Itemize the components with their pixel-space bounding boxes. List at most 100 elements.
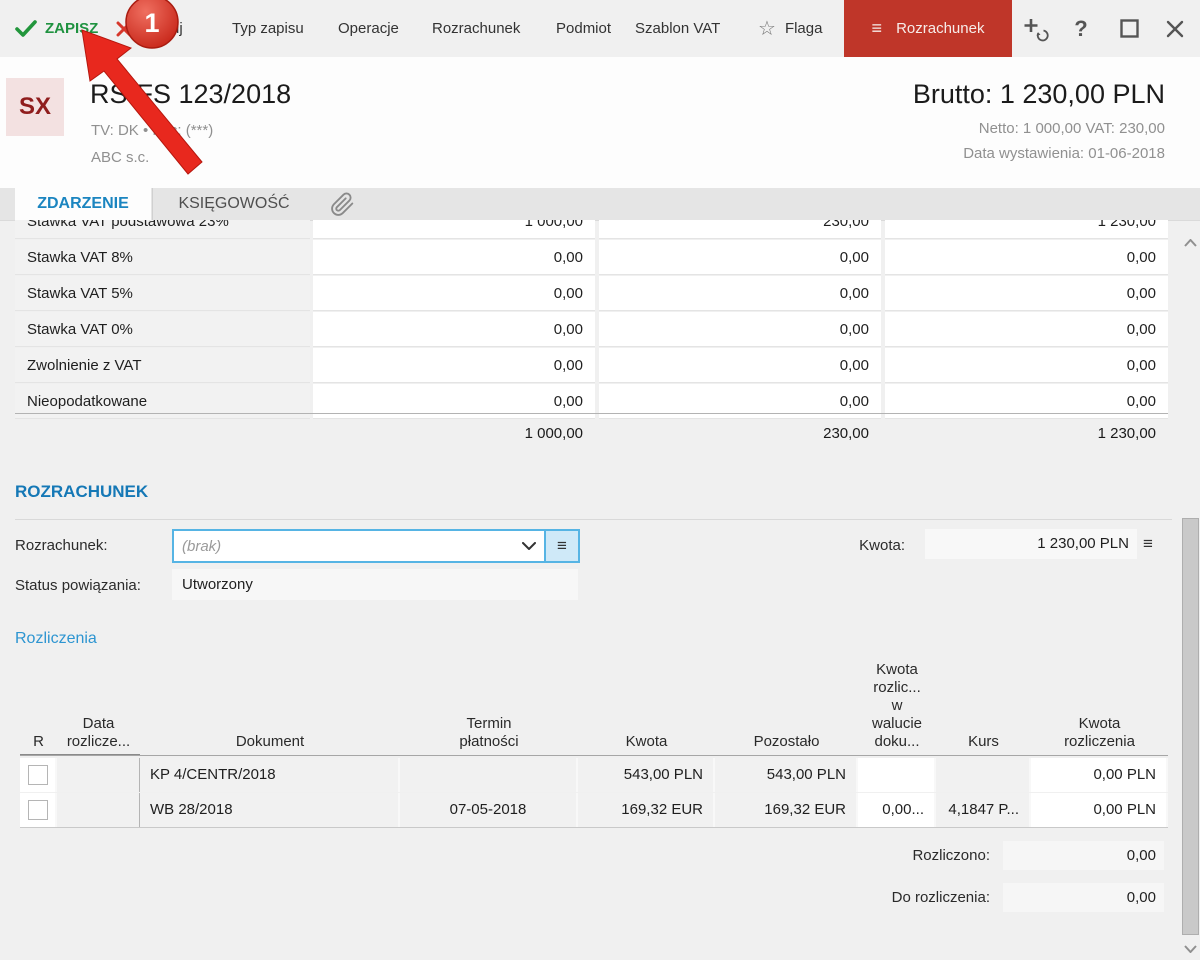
help-button[interactable]: ? bbox=[1066, 0, 1096, 57]
do-rozliczenia-label: Do rozliczenia: bbox=[891, 889, 990, 906]
document-company: ABC s.c. bbox=[91, 149, 150, 166]
menu-podmiot[interactable]: Podmiot bbox=[556, 0, 611, 57]
vat-total-brutto: 1 230,00 bbox=[1097, 425, 1156, 442]
row-checkbox-cell bbox=[20, 758, 57, 792]
vat-netto-cell[interactable]: 0,00 bbox=[313, 348, 595, 383]
column-header-kurs[interactable]: Kurs bbox=[936, 733, 1031, 755]
section-heading-rozrachunek: ROZRACHUNEK bbox=[15, 482, 149, 501]
vat-netto-cell[interactable]: 0,00 bbox=[313, 276, 595, 311]
menu-typ-zapisu[interactable]: Typ zapisu bbox=[232, 0, 304, 57]
cell-kurs: 4,1847 P... bbox=[936, 793, 1031, 827]
star-icon: ☆ bbox=[758, 18, 776, 40]
attachment-paperclip-icon[interactable] bbox=[330, 192, 355, 222]
cell-kwota-waluta[interactable]: 0,00... bbox=[858, 793, 936, 827]
new-window-button[interactable] bbox=[1018, 0, 1054, 57]
save-button[interactable]: ZAPISZ bbox=[15, 0, 98, 57]
brutto-amount: Brutto: 1 230,00 PLN bbox=[912, 79, 1165, 109]
vat-brutto-cell[interactable]: 0,00 bbox=[885, 276, 1168, 311]
cell-kwota: 543,00 PLN bbox=[578, 758, 715, 792]
scrollbar-up-arrow[interactable] bbox=[1182, 234, 1199, 252]
vat-vat-cell[interactable]: 0,00 bbox=[599, 276, 881, 311]
check-icon bbox=[15, 19, 37, 39]
column-header-pozostalo[interactable]: Pozostało bbox=[715, 733, 858, 755]
vat-netto-cell[interactable]: 1 000,00 bbox=[313, 220, 595, 239]
scrollbar-thumb[interactable] bbox=[1182, 518, 1199, 935]
column-header-r[interactable]: R bbox=[20, 733, 57, 755]
header-border bbox=[20, 755, 1168, 756]
vat-vat-cell[interactable]: 0,00 bbox=[599, 240, 881, 275]
vat-brutto-cell[interactable]: 0,00 bbox=[885, 312, 1168, 347]
maximize-button[interactable] bbox=[1112, 0, 1146, 57]
flag-label: Flaga bbox=[784, 20, 823, 37]
scrollbar-down-arrow[interactable] bbox=[1182, 940, 1199, 958]
section-divider bbox=[15, 519, 1172, 520]
row-checkbox[interactable] bbox=[27, 765, 48, 785]
document-title: RS-FS 123/2018 bbox=[90, 79, 292, 109]
column-header-dokument[interactable]: Dokument bbox=[140, 733, 400, 755]
vat-total-vat: 230,00 bbox=[823, 425, 869, 442]
settlement-row[interactable]: KP 4/CENTR/2018 543,00 PLN 543,00 PLN 0,… bbox=[20, 758, 1168, 792]
column-header-data-rozliczenia[interactable]: Data rozlicze... bbox=[57, 715, 140, 755]
cell-kwota-waluta[interactable] bbox=[858, 758, 936, 792]
rozrachunek-button-label: Rozrachunek bbox=[896, 20, 985, 37]
vat-row: Stawka VAT 5% 0,00 0,00 0,00 bbox=[0, 276, 1200, 312]
cell-pozostalo: 543,00 PLN bbox=[715, 758, 858, 792]
rozliczono-label: Rozliczono: bbox=[912, 847, 990, 864]
status-field-label: Status powiązania: bbox=[15, 577, 141, 594]
cell-data-rozliczenia bbox=[57, 793, 140, 827]
vat-brutto-cell[interactable]: 1 230,00 bbox=[885, 220, 1168, 239]
kwota-field-label: Kwota: bbox=[859, 537, 905, 554]
rozrachunek-primary-button[interactable]: ≡ Rozrachunek bbox=[844, 0, 1012, 57]
column-header-kwota-rozliczenia[interactable]: Kwota rozliczenia bbox=[1031, 715, 1168, 755]
menu-operacje[interactable]: Operacje bbox=[338, 0, 399, 57]
kwota-field[interactable]: 1 230,00 PLN bbox=[925, 529, 1137, 559]
column-header-kwota-waluta[interactable]: Kwota rozlic... w walucie doku... bbox=[858, 661, 936, 755]
vat-netto-cell[interactable]: 0,00 bbox=[313, 312, 595, 347]
document-header: SX RS-FS 123/2018 TV: DK • M-c: (***) AB… bbox=[0, 57, 1200, 188]
vat-netto-cell[interactable]: 0,00 bbox=[313, 240, 595, 275]
hamburger-icon: ≡ bbox=[557, 536, 567, 555]
vat-row-label: Stawka VAT 8% bbox=[15, 240, 310, 275]
cell-data-rozliczenia bbox=[57, 758, 140, 792]
menu-szablon-vat[interactable]: Szablon VAT bbox=[635, 0, 720, 57]
vat-vat-cell[interactable]: 0,00 bbox=[599, 348, 881, 383]
menu-rozrachunek[interactable]: Rozrachunek bbox=[432, 0, 520, 57]
app-window: ZAPISZ Anuluj Typ zapisu Operacje Rozrac… bbox=[0, 0, 1200, 960]
column-header-termin-platnosci[interactable]: Termin płatności bbox=[400, 715, 578, 755]
document-type-badge: SX bbox=[6, 78, 64, 136]
cancel-label: Anuluj bbox=[141, 20, 183, 37]
row-checkbox-cell bbox=[20, 793, 57, 827]
vat-vat-cell[interactable]: 230,00 bbox=[599, 220, 881, 239]
chevron-down-icon[interactable] bbox=[514, 541, 544, 551]
cell-kwota-rozliczenia[interactable]: 0,00 PLN bbox=[1031, 758, 1168, 792]
vat-brutto-cell[interactable]: 0,00 bbox=[885, 240, 1168, 275]
close-button[interactable] bbox=[1158, 0, 1192, 57]
tab-ksiegowosc[interactable]: KSIĘGOWOŚĆ bbox=[152, 188, 315, 220]
vat-vat-cell[interactable]: 0,00 bbox=[599, 312, 881, 347]
cancel-x-icon bbox=[116, 21, 132, 37]
status-field: Utworzony bbox=[172, 569, 578, 600]
cell-kwota-rozliczenia[interactable]: 0,00 PLN bbox=[1031, 793, 1168, 827]
do-rozliczenia-field: 0,00 bbox=[1003, 883, 1164, 912]
kwota-menu-button[interactable]: ≡ bbox=[1143, 534, 1153, 554]
column-header-kwota[interactable]: Kwota bbox=[578, 733, 715, 755]
vat-brutto-cell[interactable]: 0,00 bbox=[885, 348, 1168, 383]
vat-row-label: Stawka VAT podstawowa 23% bbox=[15, 220, 310, 239]
settlements-table-header: R Data rozlicze... Dokument Termin płatn… bbox=[20, 650, 1168, 755]
settlement-row[interactable]: WB 28/2018 07-05-2018 169,32 EUR 169,32 … bbox=[20, 793, 1168, 827]
vat-row: Zwolnienie z VAT 0,00 0,00 0,00 bbox=[0, 348, 1200, 384]
flag-button[interactable]: ☆ Flaga bbox=[758, 0, 822, 57]
vat-row: Nieopodatkowane 0,00 0,00 0,00 bbox=[0, 384, 1200, 420]
vat-totals-divider bbox=[15, 413, 1168, 414]
rozrachunek-combobox[interactable]: (brak) ≡ bbox=[172, 529, 580, 563]
rozliczenia-link[interactable]: Rozliczenia bbox=[15, 630, 97, 648]
vat-row: Stawka VAT 8% 0,00 0,00 0,00 bbox=[0, 240, 1200, 276]
cell-dokument: WB 28/2018 bbox=[140, 793, 400, 827]
cancel-button[interactable]: Anuluj bbox=[116, 0, 183, 57]
vat-row-label: Stawka VAT 5% bbox=[15, 276, 310, 311]
rozrachunek-menu-button[interactable]: ≡ bbox=[544, 531, 578, 561]
row-checkbox[interactable] bbox=[27, 800, 48, 820]
cell-kurs bbox=[936, 758, 1031, 792]
tab-zdarzenie[interactable]: ZDARZENIE bbox=[15, 188, 151, 220]
maximize-icon bbox=[1119, 18, 1140, 39]
